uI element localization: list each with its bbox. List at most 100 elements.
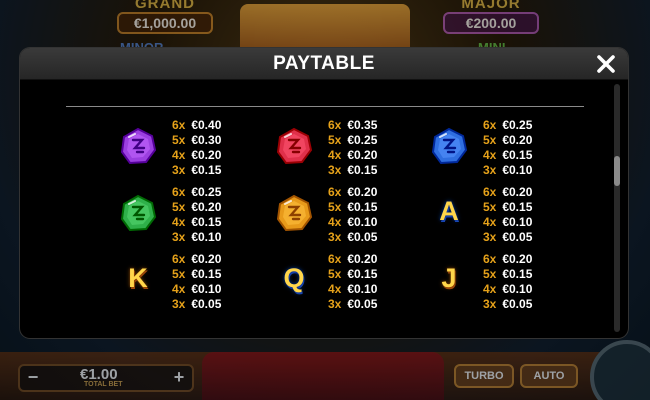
pay-line: 3x €0.05 <box>483 230 583 245</box>
pay-multiplier: 6x <box>328 185 342 199</box>
pay-amount: €0.30 <box>188 133 222 147</box>
pay-line: 5x €0.15 <box>483 200 583 215</box>
pay-amount: €0.05 <box>344 230 378 244</box>
major-jackpot-value: €200.00 <box>443 12 539 34</box>
pay-multiplier: 6x <box>328 252 342 266</box>
paytable-entry-blue-gem: 6x €0.25 5x €0.20 4x €0.15 3x €0.10 <box>429 118 609 182</box>
green-gem-icon <box>120 194 157 232</box>
purple-gem-icon <box>120 127 157 165</box>
close-button[interactable] <box>595 53 617 75</box>
pay-amount: €0.15 <box>499 200 533 214</box>
pay-multiplier: 3x <box>328 297 342 311</box>
treasure-chest-icon <box>240 4 410 50</box>
pay-amount: €0.15 <box>344 200 378 214</box>
pay-multiplier: 5x <box>172 267 186 281</box>
pay-multiplier: 5x <box>483 200 497 214</box>
bet-increase-button[interactable]: + <box>168 366 190 390</box>
pay-line: 4x €0.10 <box>328 215 428 230</box>
pay-amount: €0.15 <box>499 148 533 162</box>
pay-multiplier: 6x <box>483 185 497 199</box>
pay-amount: €0.20 <box>344 148 378 162</box>
grand-jackpot-value: €1,000.00 <box>117 12 213 34</box>
red-gem-icon <box>276 127 313 165</box>
bet-decrease-button[interactable]: − <box>22 366 44 390</box>
symbol-letter-q-icon: Q <box>283 263 305 293</box>
pay-multiplier: 5x <box>483 133 497 147</box>
pay-amount: €0.20 <box>499 185 533 199</box>
pay-multiplier: 3x <box>328 163 342 177</box>
pay-amount: €0.15 <box>188 163 222 177</box>
pay-amount: €0.25 <box>499 118 533 132</box>
pay-line: 4x €0.20 <box>328 148 428 163</box>
pay-amount: €0.20 <box>344 252 378 266</box>
bet-label: TOTAL BET <box>84 381 123 388</box>
pay-amount: €0.15 <box>344 267 378 281</box>
paytable-entry-red-gem: 6x €0.35 5x €0.25 4x €0.20 3x €0.15 <box>274 118 454 182</box>
pay-multiplier: 5x <box>328 200 342 214</box>
pay-line: 6x €0.20 <box>483 252 583 267</box>
pay-amount: €0.15 <box>344 163 378 177</box>
spin-button[interactable] <box>590 340 650 400</box>
pay-multiplier: 4x <box>172 148 186 162</box>
pay-amount: €0.10 <box>344 215 378 229</box>
pay-amount: €0.15 <box>188 215 222 229</box>
pay-line: 5x €0.25 <box>328 133 428 148</box>
grand-jackpot: GRAND €1,000.00 <box>110 0 220 36</box>
pay-multiplier: 3x <box>483 163 497 177</box>
pay-line: 4x €0.10 <box>172 282 272 297</box>
pay-multiplier: 5x <box>328 133 342 147</box>
pay-line: 3x €0.15 <box>328 163 428 178</box>
pay-amount: €0.20 <box>499 133 533 147</box>
pay-line: 6x €0.40 <box>172 118 272 133</box>
pay-multiplier: 3x <box>328 230 342 244</box>
pay-line: 4x €0.20 <box>172 148 272 163</box>
paytable-entry-purple-gem: 6x €0.40 5x €0.30 4x €0.20 3x €0.15 <box>118 118 298 182</box>
pay-multiplier: 3x <box>172 297 186 311</box>
pay-multiplier: 4x <box>172 215 186 229</box>
grand-jackpot-label: GRAND <box>135 0 195 12</box>
pay-line: 4x €0.15 <box>172 215 272 230</box>
pay-amount: €0.10 <box>499 163 533 177</box>
paytable-entry-letter-a: A 6x €0.20 5x €0.15 4x €0.10 3x €0.05 <box>429 185 609 249</box>
pay-values: 6x €0.25 5x €0.20 4x €0.15 3x €0.10 <box>483 118 583 178</box>
pay-line: 6x €0.20 <box>172 252 272 267</box>
pay-amount: €0.05 <box>344 297 378 311</box>
major-jackpot: MAJOR €200.00 <box>436 0 546 36</box>
pay-amount: €0.40 <box>188 118 222 132</box>
pay-line: 3x €0.05 <box>328 230 428 245</box>
pay-multiplier: 4x <box>328 148 342 162</box>
pay-line: 4x €0.10 <box>483 215 583 230</box>
blue-gem-icon <box>431 127 468 165</box>
pay-amount: €0.20 <box>499 252 533 266</box>
scroll-thumb[interactable] <box>614 156 620 186</box>
auto-button[interactable]: AUTO <box>520 364 578 388</box>
pay-multiplier: 5x <box>172 200 186 214</box>
close-icon <box>597 55 615 73</box>
pay-amount: €0.20 <box>344 185 378 199</box>
pay-amount: €0.20 <box>188 200 222 214</box>
modal-title: PAYTABLE <box>273 53 375 74</box>
pay-multiplier: 3x <box>172 163 186 177</box>
symbol-letter-j-icon: J <box>441 263 457 293</box>
bet-control: − €1.00 TOTAL BET + <box>18 364 194 392</box>
pay-values: 6x €0.25 5x €0.20 4x €0.15 3x €0.10 <box>172 185 272 245</box>
pay-values: 6x €0.35 5x €0.25 4x €0.20 3x €0.15 <box>328 118 428 178</box>
pay-line: 5x €0.15 <box>483 267 583 282</box>
pay-line: 5x €0.20 <box>483 133 583 148</box>
pay-line: 3x €0.05 <box>172 297 272 312</box>
turbo-button[interactable]: TURBO <box>454 364 514 388</box>
pay-line: 6x €0.25 <box>172 185 272 200</box>
pay-line: 3x €0.10 <box>172 230 272 245</box>
pay-line: 4x €0.15 <box>483 148 583 163</box>
pay-multiplier: 3x <box>483 297 497 311</box>
scrollbar[interactable] <box>614 84 620 332</box>
pay-line: 6x €0.20 <box>328 252 428 267</box>
pay-multiplier: 6x <box>172 118 186 132</box>
pay-values: 6x €0.40 5x €0.30 4x €0.20 3x €0.15 <box>172 118 272 178</box>
orange-gem-icon <box>276 194 313 232</box>
pay-line: 3x €0.10 <box>483 163 583 178</box>
pay-multiplier: 6x <box>483 118 497 132</box>
pay-amount: €0.05 <box>499 230 533 244</box>
pay-amount: €0.05 <box>499 297 533 311</box>
pay-line: 5x €0.20 <box>172 200 272 215</box>
